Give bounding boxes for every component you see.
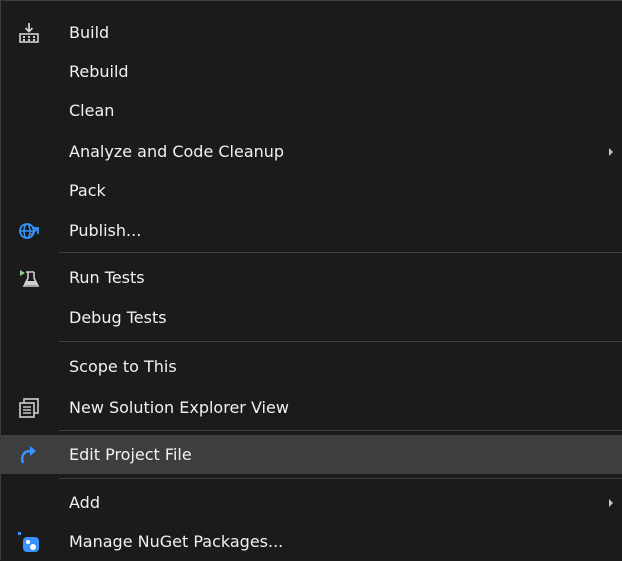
menu-item-label: Debug Tests [69,307,167,327]
menu-item-label: New Solution Explorer View [69,397,289,417]
menu-item-new-solution-explorer-view[interactable]: New Solution Explorer View [1,388,622,427]
menu-item-label: Manage NuGet Packages... [69,531,284,551]
menu-item-label: Clean [69,100,115,120]
new-solution-explorer-view-icon [17,396,41,420]
menu-item-publish[interactable]: Publish... [1,211,622,250]
menu-separator [59,252,622,253]
nuget-icon [17,530,41,554]
menu-separator [59,430,622,431]
menu-item-rebuild[interactable]: Rebuild [1,52,622,91]
menu-item-scope-to-this[interactable]: Scope to This [1,347,622,386]
menu-item-label: Publish... [69,220,142,240]
menu-item-clean[interactable]: Clean [1,91,622,130]
submenu-arrow-icon [609,147,613,156]
menu-item-analyze-code-cleanup[interactable]: Analyze and Code Cleanup [1,132,622,171]
submenu-arrow-icon [609,498,613,507]
menu-item-label: Add [69,492,100,512]
menu-item-label: Run Tests [69,267,145,287]
build-icon [17,21,41,45]
menu-item-label: Analyze and Code Cleanup [69,141,285,161]
menu-item-label: Build [69,22,110,42]
menu-item-debug-tests[interactable]: Debug Tests [1,298,622,337]
menu-item-label: Edit Project File [69,444,192,464]
run-tests-icon [17,266,41,290]
globe-publish-icon [17,219,41,243]
edit-redo-arrow-icon [17,443,41,467]
menu-item-build[interactable]: Build [1,13,622,52]
menu-item-manage-nuget-packages[interactable]: Manage NuGet Packages... [1,522,622,561]
context-menu: Build Rebuild Clean Analyze and Code Cle… [0,0,622,560]
menu-item-run-tests[interactable]: Run Tests [1,258,622,297]
menu-item-edit-project-file[interactable]: Edit Project File [1,435,622,474]
menu-item-label: Pack [69,180,106,200]
menu-separator [59,478,622,479]
menu-item-add[interactable]: Add [1,483,622,522]
menu-item-label: Scope to This [69,356,177,376]
menu-item-label: Rebuild [69,61,129,81]
menu-separator [59,341,622,342]
menu-item-pack[interactable]: Pack [1,171,622,210]
